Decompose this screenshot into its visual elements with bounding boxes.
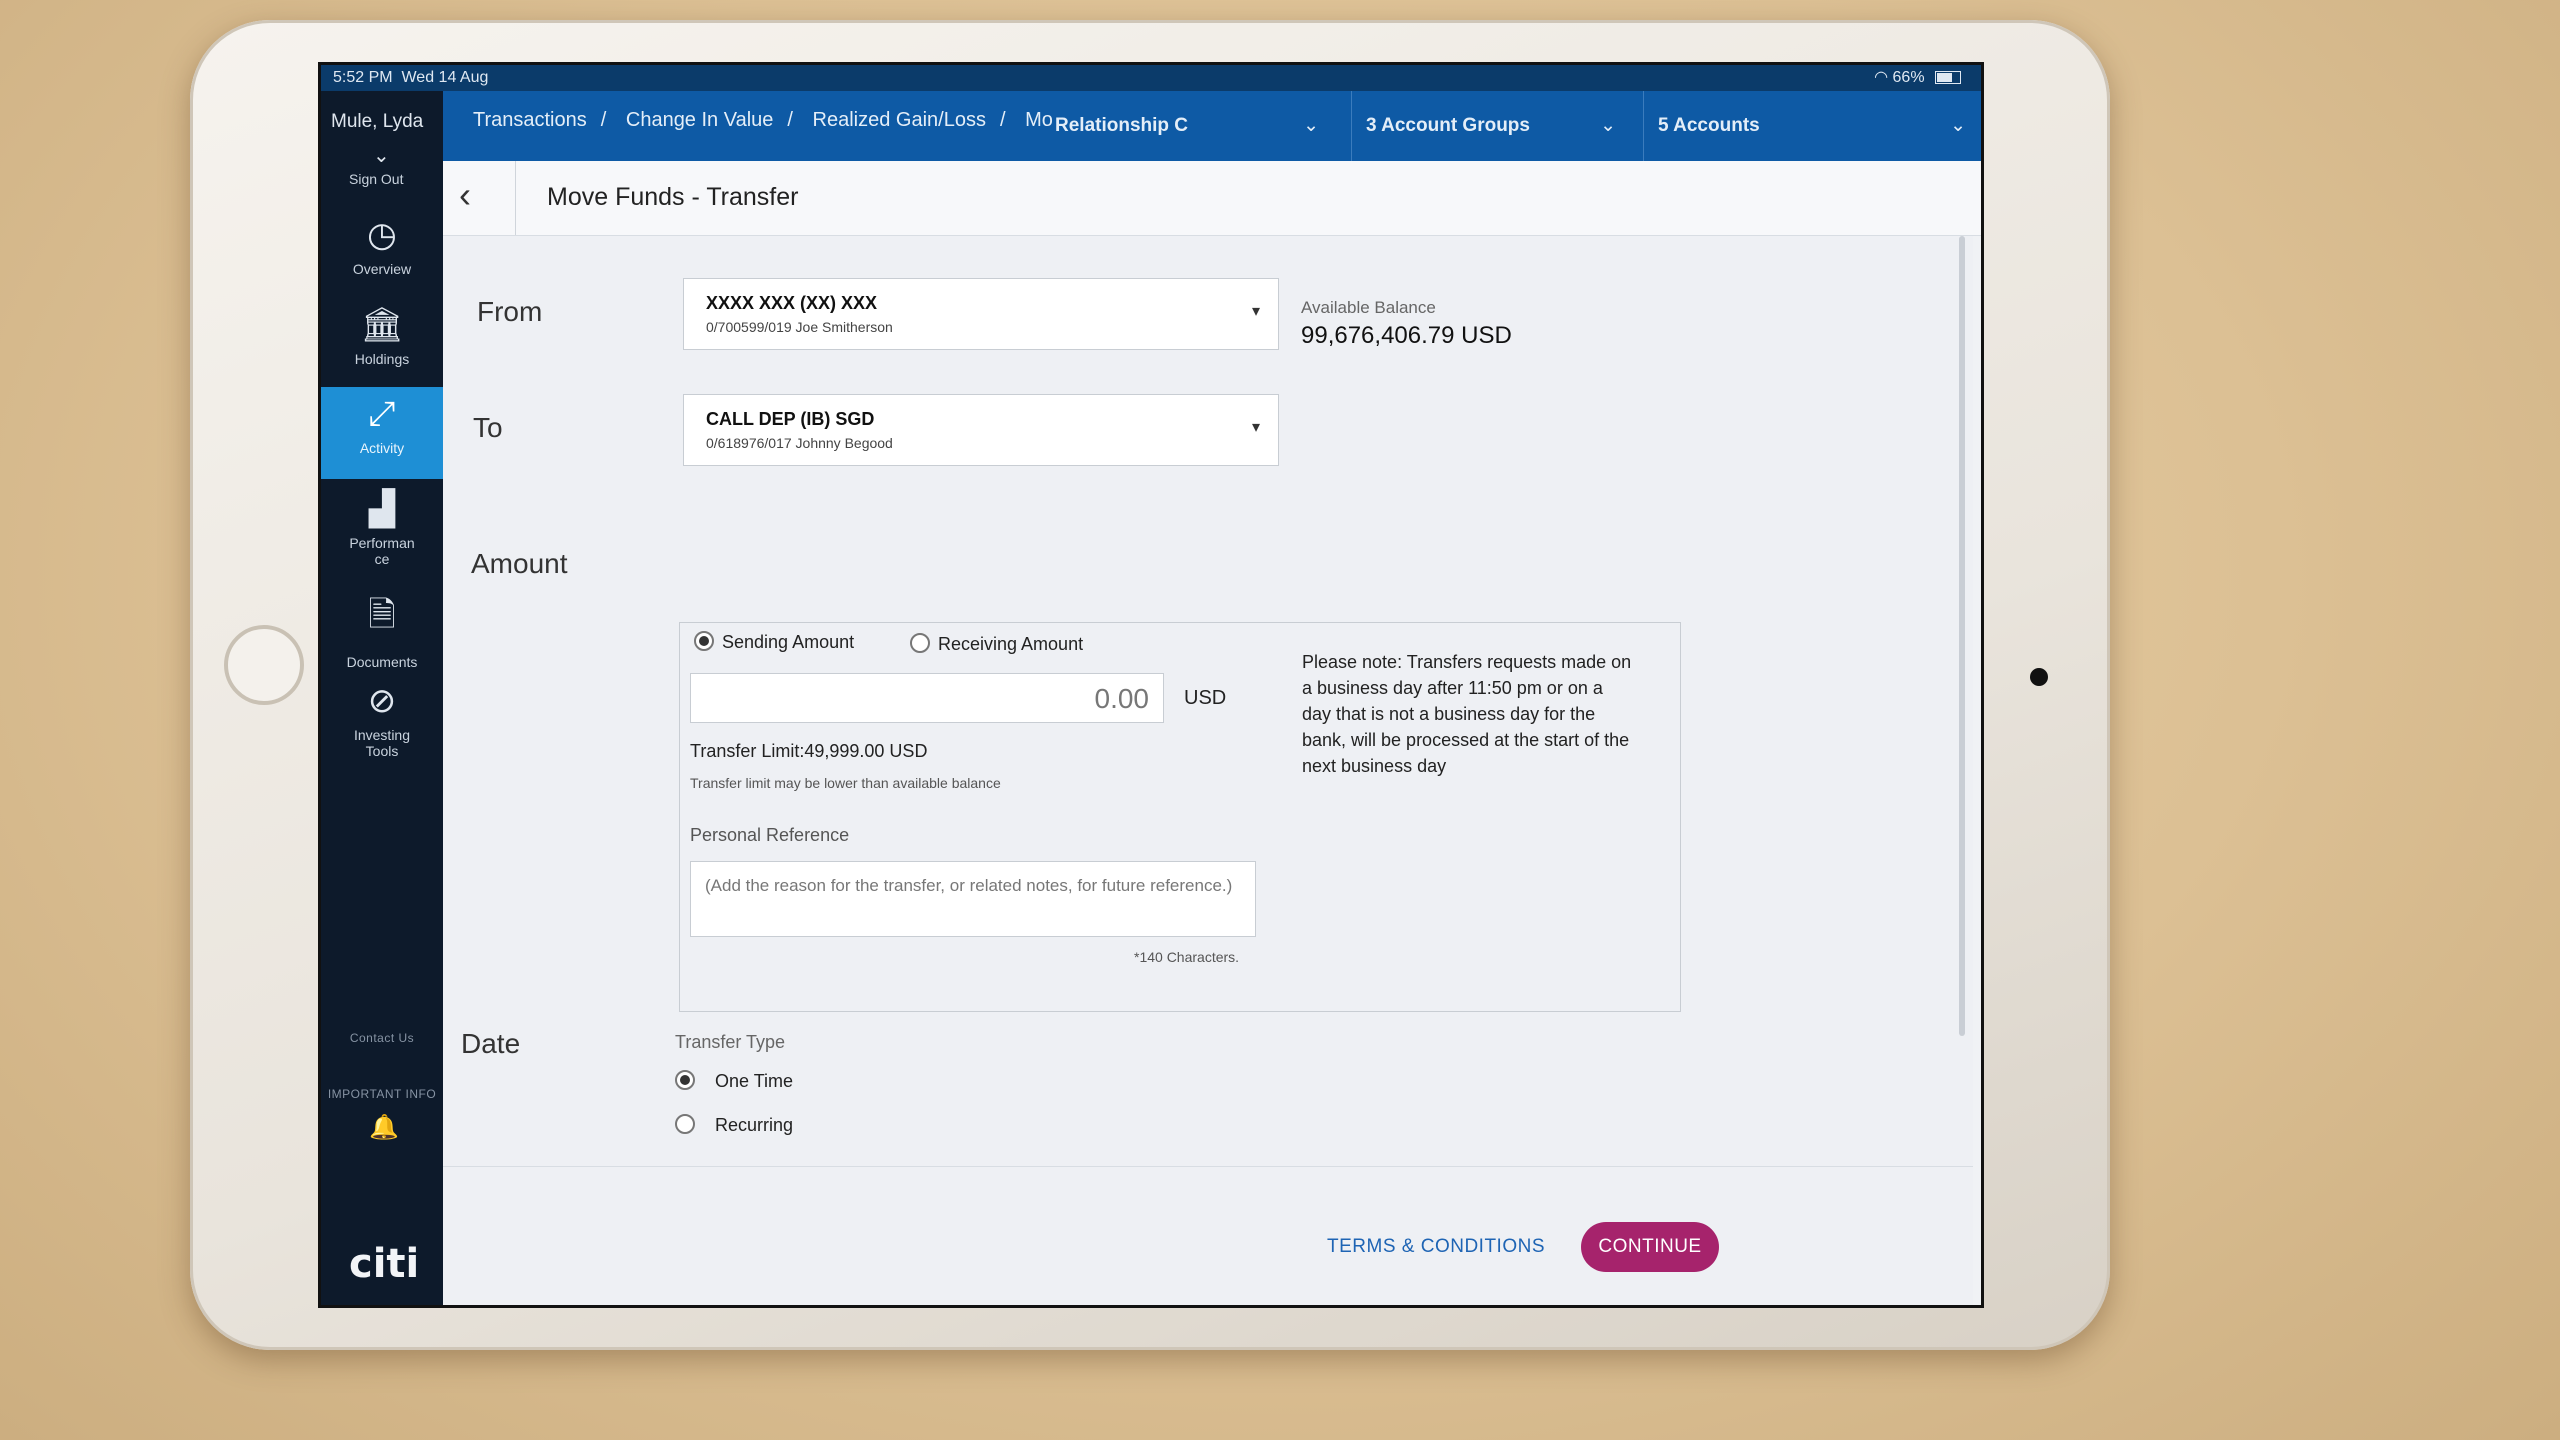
transfer-form: From XXXX XXX (XX) XXX 0/700599/019 Joe … — [443, 236, 1973, 1305]
caret-down-icon: ▾ — [1251, 303, 1260, 320]
top-nav: Transactions / Change In Value / Realized … — [443, 91, 1981, 161]
sidebar-item-investing-tools[interactable]: ⊘ Investing Tools — [321, 681, 443, 773]
sidebar-item-label: Performan ce — [349, 535, 415, 567]
from-account-detail: 0/700599/019 Joe Smitherson — [706, 319, 893, 335]
tab-change-in-value[interactable]: Change In Value — [626, 109, 774, 131]
to-label: To — [473, 412, 503, 443]
footer-divider — [443, 1166, 1973, 1167]
sending-amount-radio[interactable]: Sending Amount — [694, 631, 854, 653]
account-groups-label: 3 Account Groups — [1366, 115, 1530, 136]
date-label: Date — [461, 1028, 521, 1059]
one-time-radio[interactable]: One Time — [675, 1070, 793, 1092]
wifi-icon: ◠ — [1874, 69, 1889, 86]
home-button[interactable] — [224, 625, 304, 705]
sidebar-item-label: Activity — [359, 440, 405, 456]
sidebar-item-label: Holdings — [354, 351, 410, 367]
radio-unselected — [910, 633, 930, 653]
important-info-link[interactable]: IMPORTANT INFO — [321, 1087, 443, 1101]
radio-unselected — [675, 1114, 695, 1134]
sign-out-link[interactable]: Sign Out — [349, 171, 403, 187]
relationship-label: Relationship C — [1055, 115, 1189, 136]
bell-icon[interactable]: 🔔 — [369, 1113, 399, 1142]
tab-transactions[interactable]: Transactions — [473, 109, 587, 131]
status-right: ◠ 66% — [1874, 65, 1961, 91]
from-account-select[interactable]: XXXX XXX (XX) XXX 0/700599/019 Joe Smith… — [683, 278, 1279, 350]
receiving-amount-label: Receiving Amount — [938, 634, 1084, 654]
chevron-down-icon: ⌄ — [1303, 115, 1319, 136]
from-account-name: XXXX XXX (XX) XXX — [706, 293, 878, 313]
relationship-dropdown[interactable]: Relationship C ⌄ — [1041, 91, 1335, 161]
transfer-limit: Transfer Limit:49,999.00 USD — [690, 741, 928, 761]
continue-button[interactable]: CONTINUE — [1581, 1222, 1719, 1272]
page-header: ‹ Move Funds - Transfer — [443, 161, 1981, 236]
breadcrumb: Transactions / Change In Value / Realized … — [473, 109, 1053, 131]
receiving-amount-radio[interactable]: Receiving Amount — [910, 633, 1083, 655]
to-account-name: CALL DEP (IB) SGD — [706, 409, 875, 429]
status-time: 5:52 PM Wed 14 Aug — [333, 69, 489, 86]
to-account-detail: 0/618976/017 Johnny Begood — [706, 435, 893, 451]
gauge-icon: ◷ — [367, 216, 397, 254]
recurring-radio[interactable]: Recurring — [675, 1114, 793, 1136]
character-limit: *140 Characters. — [1134, 949, 1240, 965]
to-account-select[interactable]: CALL DEP (IB) SGD 0/618976/017 Johnny Be… — [683, 394, 1279, 466]
scrollbar[interactable] — [1959, 236, 1965, 1036]
caret-down-icon: ▾ — [1251, 419, 1260, 436]
divider — [515, 161, 516, 235]
available-balance-label: Available Balance — [1301, 298, 1436, 317]
account-groups-dropdown[interactable]: 3 Account Groups ⌄ — [1351, 91, 1632, 161]
sending-amount-label: Sending Amount — [722, 632, 855, 652]
radio-selected — [675, 1070, 695, 1090]
user-name: Mule, Lyda — [331, 111, 424, 132]
amount-panel: Sending Amount Receiving Amount 0.00 USD… — [679, 622, 1681, 1012]
sidebar-item-documents[interactable]: 🗎 Documents — [321, 591, 443, 673]
camera — [2030, 668, 2048, 686]
chevron-down-icon: ⌄ — [1950, 115, 1966, 136]
one-time-label: One Time — [715, 1071, 794, 1091]
accounts-dropdown[interactable]: 5 Accounts ⌄ — [1643, 91, 1981, 161]
accounts-label: 5 Accounts — [1658, 115, 1760, 136]
status-bar: 5:52 PM Wed 14 Aug ◠ 66% — [321, 65, 1981, 91]
battery-icon — [1935, 71, 1961, 85]
transfer-note: Please note: Transfers requests made on … — [1302, 652, 1632, 776]
contact-us-link[interactable]: Contact Us — [321, 1031, 443, 1045]
sidebar-item-label: Overview — [352, 261, 412, 277]
citi-logo: citi — [349, 1241, 420, 1287]
available-balance-value: 99,676,406.79 USD — [1301, 322, 1512, 349]
app-screen: 5:52 PM Wed 14 Aug ◠ 66% Mule, Lyda ⌄ Si… — [318, 62, 1984, 1308]
transfer-arrows-icon: ⤢ — [368, 395, 396, 433]
chevron-down-icon: ⌄ — [1600, 115, 1616, 136]
amount-input[interactable]: 0.00 — [690, 673, 1164, 723]
bar-chart-icon: ▟ — [368, 490, 396, 528]
personal-reference-label: Personal Reference — [690, 825, 850, 845]
sidebar: Mule, Lyda ⌄ Sign Out ◷ Overview 🏛 Holdi… — [321, 91, 443, 1305]
amount-label: Amount — [471, 548, 568, 579]
sidebar-item-label: Documents — [346, 654, 418, 670]
recurring-label: Recurring — [715, 1115, 794, 1135]
sidebar-item-performance[interactable]: ▟ Performan ce — [321, 489, 443, 581]
currency-label: USD — [1184, 687, 1227, 709]
sidebar-item-activity[interactable]: ⤢ Activity — [321, 387, 443, 479]
transfer-limit-note: Transfer limit may be lower than availab… — [690, 775, 1001, 791]
transfer-type-label: Transfer Type — [675, 1032, 786, 1052]
page-title: Move Funds - Transfer — [547, 183, 799, 211]
terms-conditions-link[interactable]: TERMS & CONDITIONS — [1327, 1236, 1545, 1258]
back-arrow-icon[interactable]: ‹ — [459, 175, 471, 215]
chevron-down-icon[interactable]: ⌄ — [373, 143, 390, 168]
document-icon: 🗎 — [368, 596, 396, 634]
tab-realized-gain-loss[interactable]: Realized Gain/Loss — [813, 109, 986, 131]
sidebar-item-label: Investing Tools — [353, 727, 411, 759]
battery-percent: 66% — [1892, 69, 1925, 86]
bank-icon: 🏛 — [360, 306, 404, 344]
personal-reference-input[interactable]: (Add the reason for the transfer, or rel… — [690, 861, 1256, 937]
sidebar-item-overview[interactable]: ◷ Overview — [321, 215, 443, 297]
from-label: From — [477, 296, 543, 327]
compass-icon: ⊘ — [367, 682, 397, 720]
sidebar-item-holdings[interactable]: 🏛 Holdings — [321, 305, 443, 387]
radio-selected — [694, 631, 714, 651]
